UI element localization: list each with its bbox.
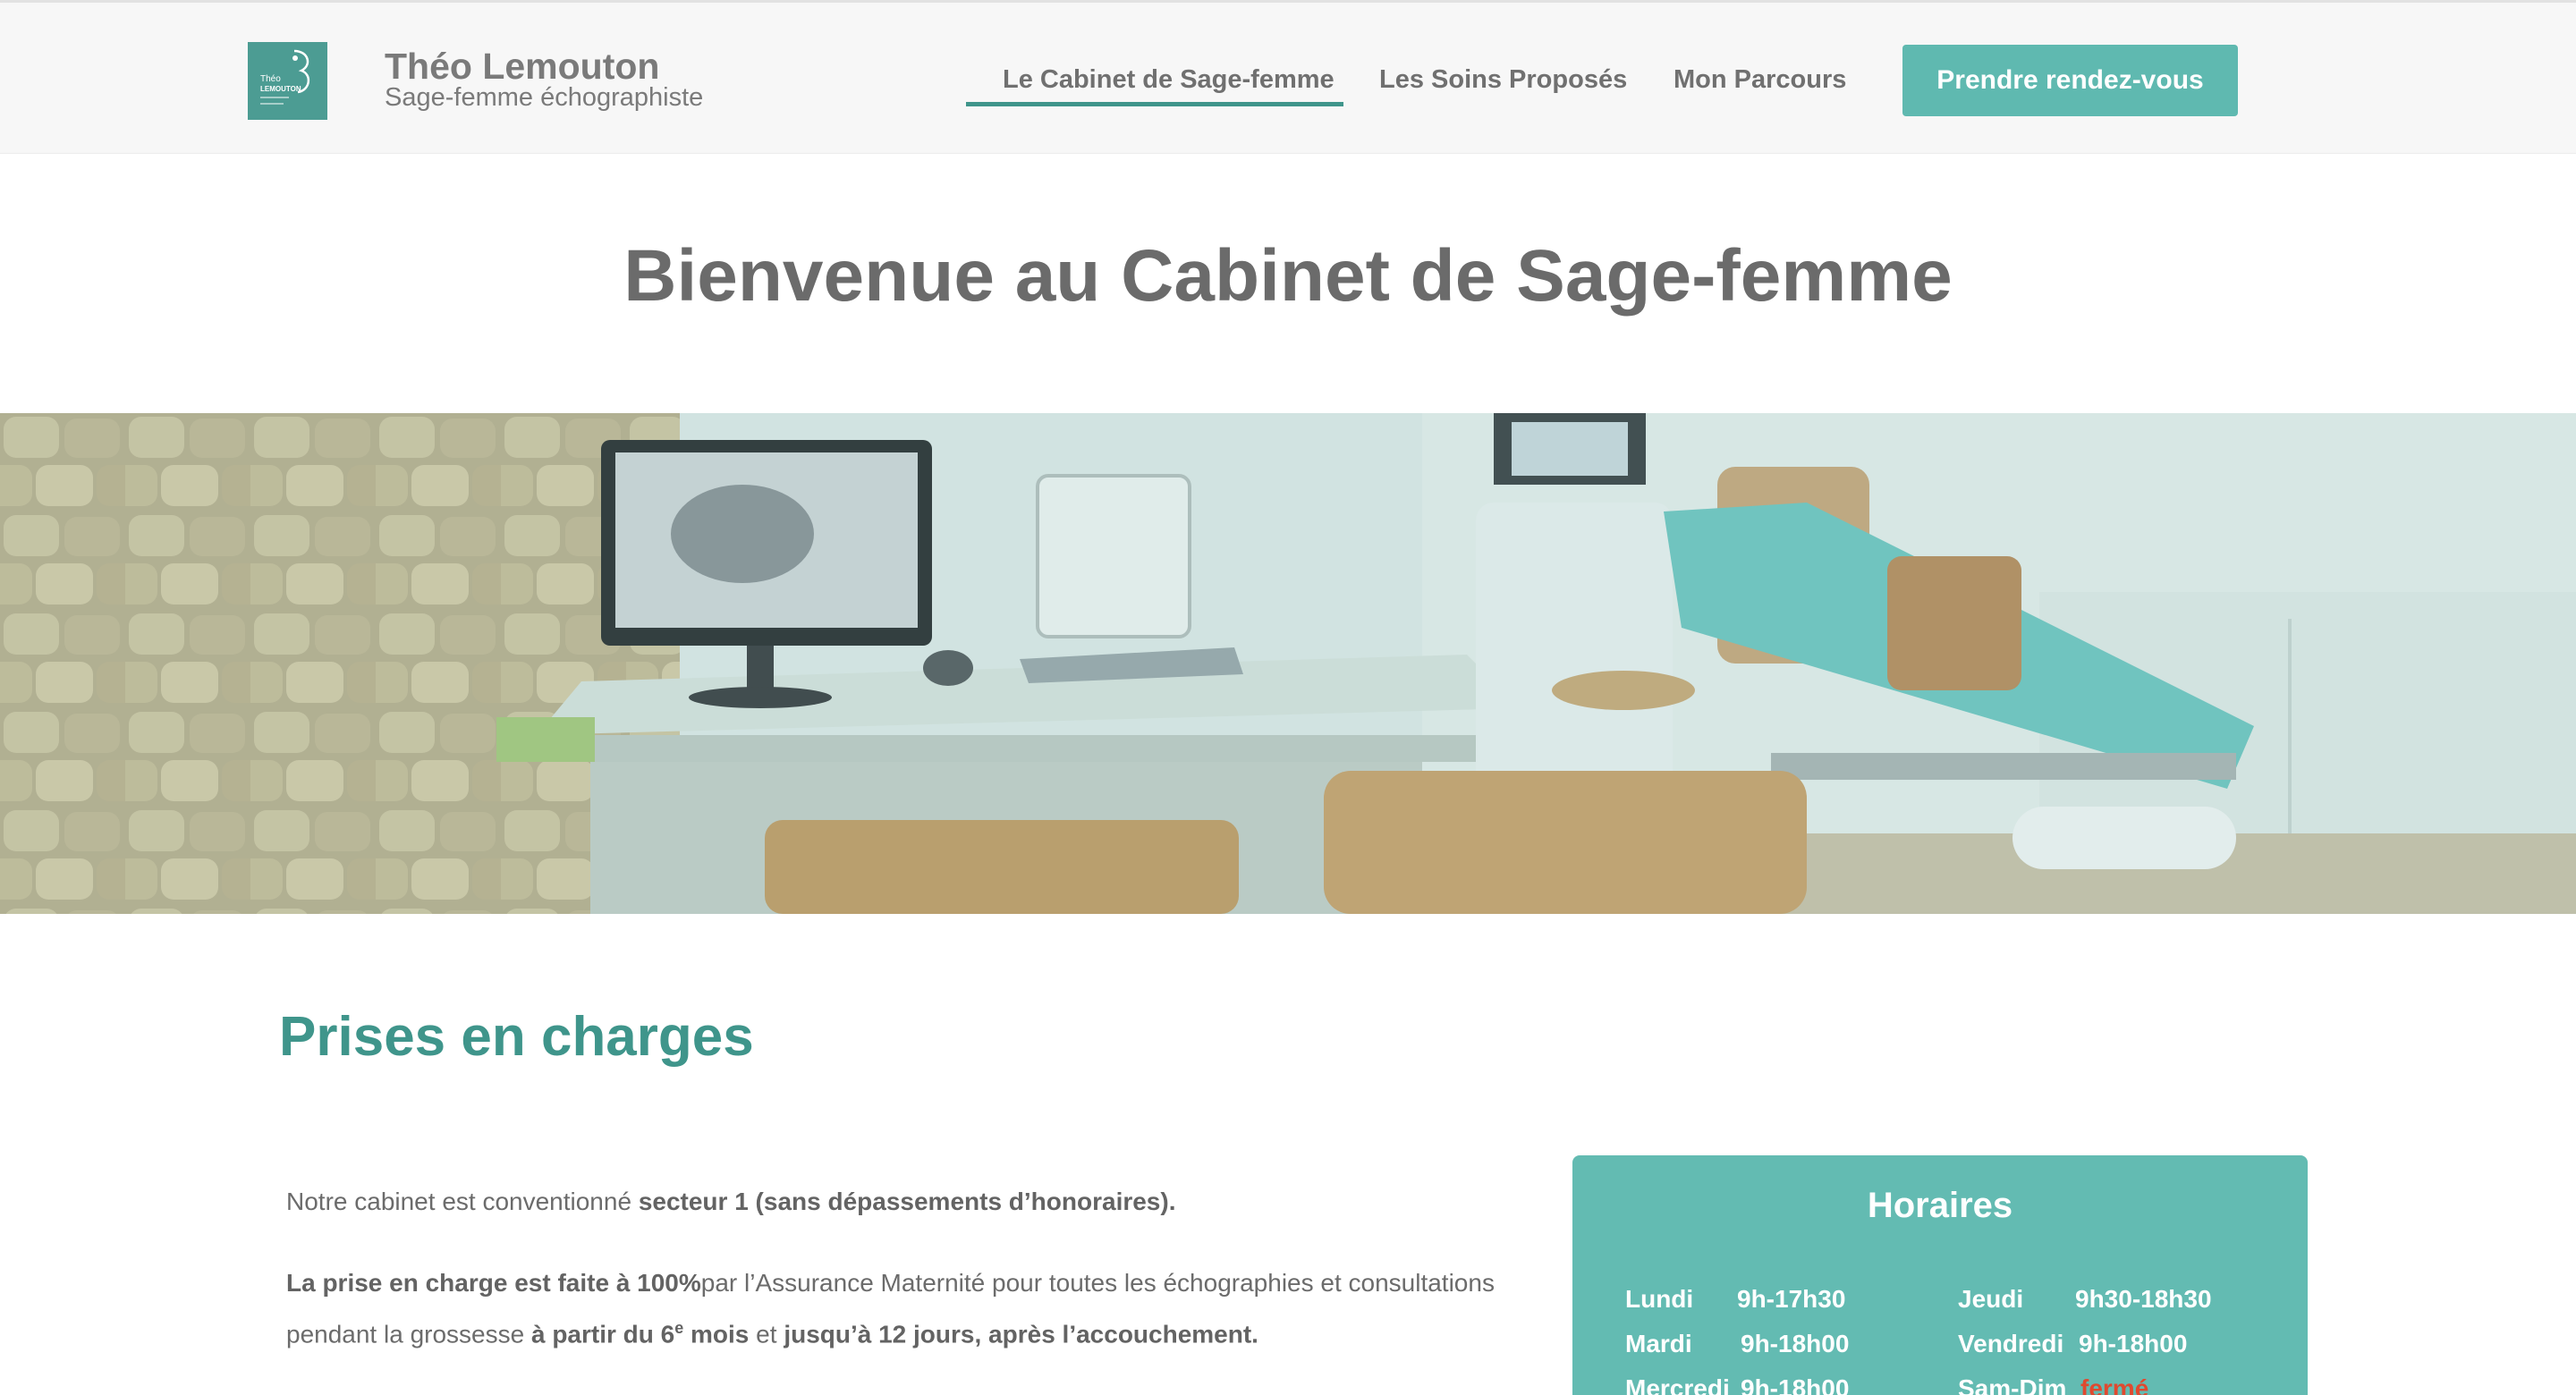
p2-text-b: pendant la grossesse bbox=[286, 1320, 531, 1348]
hours-time: 9h-18h00 bbox=[1741, 1330, 1850, 1357]
p2-text-c: et bbox=[749, 1320, 784, 1348]
section-heading: Prises en charges bbox=[279, 1006, 754, 1068]
hours-time: 9h-18h00 bbox=[1741, 1374, 1850, 1395]
p2-bold-b: à partir du 6 bbox=[530, 1320, 675, 1348]
brand-subtitle: Sage-femme échographiste bbox=[385, 83, 704, 112]
site-header: Théo LEMOUTON Théo Lemouton Sage-femme é… bbox=[0, 0, 2576, 154]
hours-time: 9h-18h00 bbox=[2079, 1330, 2188, 1357]
nav-cabinet[interactable]: Le Cabinet de Sage-femme bbox=[1003, 65, 1335, 95]
p2-bold-a: La prise en charge est faite à 100% bbox=[286, 1269, 701, 1297]
logo-text-1: Théo bbox=[260, 74, 281, 84]
paragraph-prise-en-charge: La prise en charge est faite à 100%par l… bbox=[286, 1261, 1495, 1357]
hours-closed: fermé bbox=[2080, 1374, 2149, 1395]
brand-name[interactable]: Théo Lemouton bbox=[385, 46, 659, 88]
hero-image bbox=[0, 413, 2576, 914]
logo[interactable]: Théo LEMOUTON bbox=[248, 42, 327, 120]
nav-active-indicator bbox=[966, 102, 1343, 106]
hours-time: 9h-17h30 bbox=[1737, 1285, 1846, 1313]
hours-time: 9h30-18h30 bbox=[2075, 1285, 2212, 1313]
page-title: Bienvenue au Cabinet de Sage-femme bbox=[623, 235, 1953, 317]
hours-day: Lundi bbox=[1625, 1285, 1694, 1313]
hours-day: Vendredi bbox=[1958, 1330, 2064, 1357]
appointment-button[interactable]: Prendre rendez-vous bbox=[1902, 45, 2238, 116]
hours-card: Horaires Lundi 9h-17h30 Mardi 9h-18h00 M… bbox=[1572, 1155, 2308, 1395]
hours-day: Sam-Dim bbox=[1958, 1374, 2067, 1395]
p1-text: Notre cabinet est conventionné bbox=[286, 1188, 639, 1215]
nav-soins[interactable]: Les Soins Proposés bbox=[1379, 65, 1627, 95]
hours-day: Mardi bbox=[1625, 1330, 1692, 1357]
logo-mark-icon: Théo LEMOUTON bbox=[260, 49, 309, 105]
p2-bold-c: mois bbox=[683, 1320, 750, 1348]
paragraph-convention: Notre cabinet est conventionné secteur 1… bbox=[286, 1179, 1176, 1224]
nav-parcours[interactable]: Mon Parcours bbox=[1674, 65, 1846, 95]
p1-bold: secteur 1 (sans dépassements d’honoraire… bbox=[638, 1188, 1176, 1215]
p2-sup: e bbox=[674, 1319, 684, 1337]
hours-title: Horaires bbox=[1867, 1186, 2013, 1225]
p2-text-a: par l’Assurance Maternité pour toutes le… bbox=[700, 1269, 1495, 1297]
logo-text-2: LEMOUTON bbox=[260, 85, 301, 93]
hours-day: Jeudi bbox=[1958, 1285, 2024, 1313]
p2-bold-d: jusqu’à 12 jours, après l’accouchement. bbox=[784, 1320, 1258, 1348]
hours-day: Mercredi bbox=[1625, 1374, 1730, 1395]
